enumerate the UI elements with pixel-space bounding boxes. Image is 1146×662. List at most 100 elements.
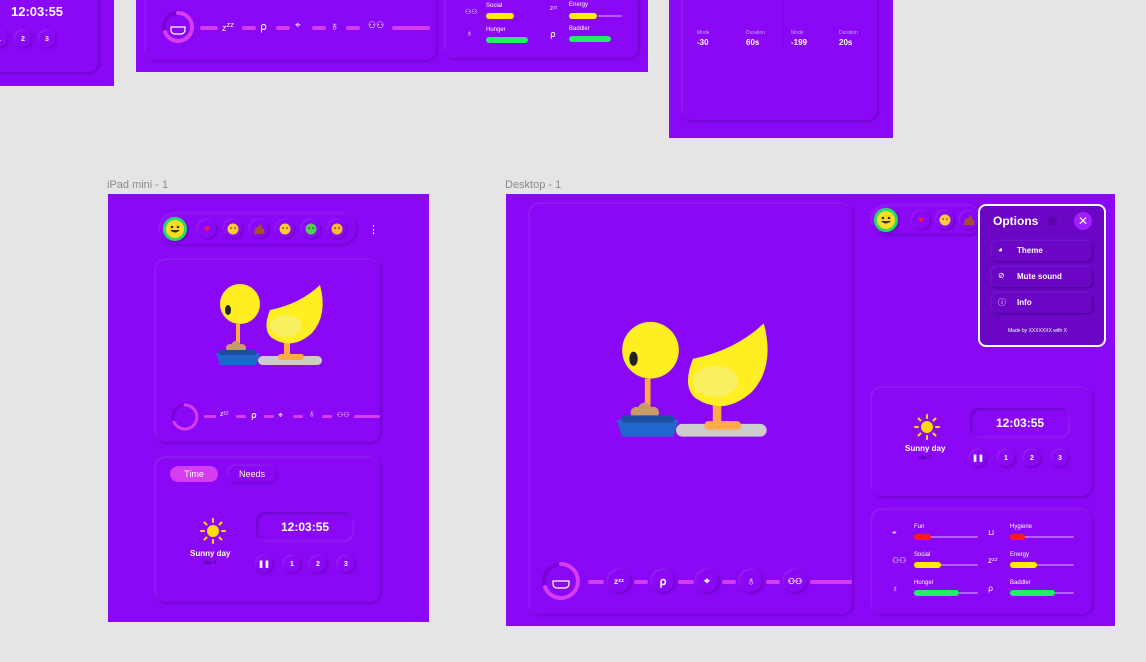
status-bar: ♥ xyxy=(872,206,982,234)
emoji-icon[interactable] xyxy=(224,220,242,238)
clock-text: 12:03:55 xyxy=(996,416,1045,430)
people-icon[interactable]: ⚇⚇ xyxy=(337,411,350,419)
chick-eating-illustration xyxy=(216,284,323,365)
gamepad-icon[interactable]: ⌖ xyxy=(278,410,283,421)
stats-card: ⚇⚇ Social zᶻᶻ Energy ♁ Hunger ⍴ Baddler xyxy=(446,0,638,58)
speed-3-button[interactable]: 3 xyxy=(39,31,55,47)
sleep-icon[interactable]: zzz xyxy=(222,20,234,33)
connector xyxy=(346,26,360,30)
stat-bar-baddler xyxy=(569,36,611,42)
progress-ring-icon[interactable] xyxy=(170,402,200,432)
progress-ring-icon[interactable] xyxy=(160,9,196,45)
progress-ring-icon[interactable] xyxy=(540,560,582,602)
close-icon: ✕ xyxy=(1077,214,1089,228)
speed-2-button[interactable]: 2 xyxy=(310,556,326,572)
stat-bar xyxy=(914,534,931,540)
stat-label-baddler: Baddler xyxy=(569,26,590,32)
stat-label: Social xyxy=(914,552,931,558)
options-popup: Options ✕ ◕ Theme ⊘ Mute sound ⓘ Info Ma… xyxy=(978,204,1106,347)
options-item-theme[interactable]: ◕ Theme xyxy=(992,241,1092,261)
speed-2-label: 2 xyxy=(21,35,25,43)
stat-label: Hunger xyxy=(914,580,934,586)
people-icon[interactable]: ⚇⚇ xyxy=(368,20,384,31)
sleepy-face-icon[interactable] xyxy=(328,220,346,238)
options-item-label: Info xyxy=(1017,298,1032,307)
people-icon: ⚇⚇ xyxy=(465,9,478,16)
frame-label-desktop: Desktop - 1 xyxy=(505,179,562,191)
options-dot-icon xyxy=(1048,217,1057,226)
poop-icon[interactable] xyxy=(250,220,268,238)
connector xyxy=(264,415,274,418)
status-bar: ♥ xyxy=(160,214,356,244)
speed-1-label: 1 xyxy=(1004,454,1008,462)
connector xyxy=(634,580,648,584)
connector xyxy=(354,415,380,418)
weather-label: Sunny day xyxy=(905,444,946,453)
options-item-mute[interactable]: ⊘ Mute sound xyxy=(992,267,1092,287)
pause-button[interactable]: ❚❚ xyxy=(970,450,986,466)
connector xyxy=(766,580,780,584)
speed-3-button[interactable]: 3 xyxy=(338,556,354,572)
speed-1-button[interactable]: 1 xyxy=(998,450,1014,466)
connector xyxy=(392,26,430,30)
stat-label-energy: Energy xyxy=(569,2,589,8)
gamepad-icon[interactable]: ⌖ xyxy=(295,20,301,31)
speed-3-label: 3 xyxy=(45,35,49,43)
stat-bar-social xyxy=(486,13,514,19)
toilet-paper-icon: ⍴ xyxy=(550,29,556,39)
action-bar-card: zzz ⍴ ⌖ ♁ ⚇⚇ xyxy=(146,0,436,60)
tab-time[interactable]: Time xyxy=(170,466,218,482)
stat-label-hunger: Hunger xyxy=(486,27,506,33)
toilet-paper-icon[interactable]: ⍴ xyxy=(251,410,257,421)
pause-button[interactable]: ❚❚ xyxy=(256,556,272,572)
pet-card: zᶻᶻ ⍴ ⌖ ♁ ⚇⚇ xyxy=(530,204,852,614)
heart-icon[interactable]: ♥ xyxy=(198,220,216,238)
connector xyxy=(588,580,604,584)
frame-label-ipad: iPad mini - 1 xyxy=(107,179,169,191)
sleep-icon[interactable]: zᶻᶻ xyxy=(220,411,229,418)
toilet-paper-icon[interactable]: ⍴ xyxy=(260,20,267,33)
speed-2-button[interactable]: 2 xyxy=(1024,450,1040,466)
sun-icon xyxy=(914,414,940,440)
time-card: Time Needs Sunny day day 6 12:03:55 ❚❚ 1… xyxy=(156,458,380,602)
apple-icon: ♁ xyxy=(466,28,473,38)
divider xyxy=(783,0,784,48)
emoji-icon[interactable] xyxy=(936,211,954,229)
tab-needs[interactable]: Needs xyxy=(228,466,276,482)
poop-icon[interactable] xyxy=(960,211,978,229)
pet-card: zᶻᶻ ⍴ ⌖ ♁ ⚇⚇ xyxy=(156,260,380,442)
options-item-label: Mute sound xyxy=(1017,272,1062,281)
apple-icon[interactable]: ♁ xyxy=(308,409,316,420)
toilet-paper-icon[interactable]: ⍴ xyxy=(652,570,674,592)
gamepad-icon[interactable]: ⌖ xyxy=(696,570,718,592)
palette-icon: ◕ xyxy=(998,245,1003,254)
connector xyxy=(322,415,332,418)
toilet-paper-icon: ⍴ xyxy=(988,584,994,593)
value-text: -30 xyxy=(697,38,709,47)
avatar[interactable] xyxy=(163,217,187,241)
people-icon[interactable]: ⚇⚇ xyxy=(784,570,806,592)
speed-1-button[interactable]: 1 xyxy=(0,31,7,47)
close-button[interactable]: ✕ xyxy=(1074,212,1092,230)
sleep-icon: zᶻᶻ xyxy=(550,6,558,12)
sleep-icon[interactable]: zᶻᶻ xyxy=(608,570,630,592)
apple-icon[interactable]: ♁ xyxy=(330,19,339,33)
connector xyxy=(312,26,326,30)
smile-face-icon xyxy=(166,220,184,238)
avatar[interactable] xyxy=(874,208,898,232)
speed-2-button[interactable]: 2 xyxy=(15,31,31,47)
options-item-label: Theme xyxy=(1017,246,1043,255)
speed-3-button[interactable]: 3 xyxy=(1052,450,1068,466)
speed-1-button[interactable]: 1 xyxy=(284,556,300,572)
apple-icon[interactable]: ♁ xyxy=(740,570,762,592)
more-vertical-icon[interactable]: ⋮ xyxy=(368,223,379,236)
sick-face-icon[interactable] xyxy=(302,220,320,238)
options-item-info[interactable]: ⓘ Info xyxy=(992,293,1092,313)
connector xyxy=(204,415,216,418)
stat-bar-hunger xyxy=(486,37,528,43)
heart-icon[interactable]: ♥ xyxy=(912,211,930,229)
stat-bar xyxy=(914,590,959,596)
stat-track xyxy=(598,15,622,17)
sad-face-icon[interactable] xyxy=(276,220,294,238)
stat-label-social: Social xyxy=(486,3,503,9)
